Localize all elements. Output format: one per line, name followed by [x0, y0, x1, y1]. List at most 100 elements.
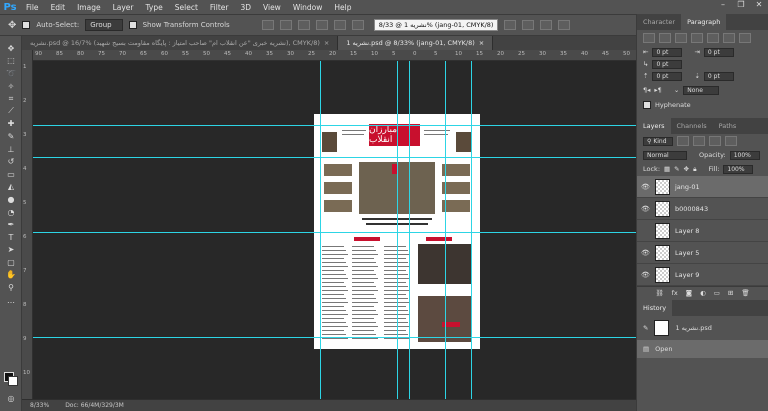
justify-all-button[interactable]: [739, 33, 751, 43]
hyphenate-checkbox[interactable]: [643, 101, 651, 109]
menu-image[interactable]: Image: [71, 3, 107, 12]
tab-document-2[interactable]: نشریه 1.psd @ 8/33% (jang-01, CMYK/8) ×: [338, 36, 494, 50]
dodge-tool-icon[interactable]: ◔: [0, 206, 22, 219]
guide-horizontal[interactable]: [33, 157, 636, 158]
guide-horizontal[interactable]: [33, 337, 636, 338]
tab-history[interactable]: History: [637, 300, 673, 316]
distribute-left-button[interactable]: [504, 20, 517, 30]
indent-right-field[interactable]: 0 pt: [703, 47, 734, 57]
blend-mode-dropdown[interactable]: Normal: [643, 150, 687, 160]
auto-align-button[interactable]: [558, 20, 571, 30]
kind-filter-dropdown[interactable]: ⚲ Kind: [643, 136, 673, 146]
align-left-text-button[interactable]: [643, 33, 655, 43]
show-transform-checkbox[interactable]: [128, 21, 137, 29]
clone-stamp-icon[interactable]: ⊥: [0, 143, 22, 156]
guide-vertical[interactable]: [445, 61, 446, 399]
indent-first-field[interactable]: 0 pt: [652, 59, 683, 69]
move-tool-icon[interactable]: ✥: [0, 42, 22, 55]
brush-tool-icon[interactable]: ✎: [0, 130, 22, 143]
delete-layer-icon[interactable]: 🗑︎: [741, 289, 749, 297]
new-layer-icon[interactable]: ⊞: [728, 289, 733, 297]
filter-type-button[interactable]: [709, 136, 721, 146]
pen-tool-icon[interactable]: ✒: [0, 218, 22, 231]
auto-select-checkbox[interactable]: [22, 21, 31, 29]
shape-tool-icon[interactable]: ▢: [0, 256, 22, 269]
justify-left-button[interactable]: [691, 33, 703, 43]
ltr-icon[interactable]: ▸¶: [654, 86, 661, 94]
eye-icon[interactable]: 👁︎: [641, 205, 650, 213]
guide-vertical[interactable]: [471, 61, 472, 399]
layer-row[interactable]: 👁︎ Layer 5: [637, 242, 768, 264]
add-mask-icon[interactable]: ◙: [686, 289, 692, 297]
lock-position-icon[interactable]: ✥: [684, 165, 689, 173]
fill-field[interactable]: 100%: [723, 164, 754, 174]
history-state[interactable]: ▤ Open: [637, 340, 768, 358]
background-color-swatch[interactable]: [8, 376, 18, 386]
kashida-dropdown[interactable]: None: [683, 85, 720, 95]
distribute-right-button[interactable]: [540, 20, 553, 30]
eraser-tool-icon[interactable]: ▭: [0, 168, 22, 181]
lock-image-icon[interactable]: ✎: [674, 165, 679, 173]
align-vcenter-button[interactable]: [279, 20, 292, 30]
minimize-icon[interactable]: –: [714, 0, 732, 14]
close-icon[interactable]: ✕: [750, 0, 768, 14]
eyedropper-icon[interactable]: ⟋: [0, 105, 22, 118]
marquee-tool-icon[interactable]: ⬚: [0, 55, 22, 68]
rtl-icon[interactable]: ¶◂: [643, 86, 650, 94]
filter-pixel-button[interactable]: [677, 136, 689, 146]
fx-icon[interactable]: fx: [672, 289, 678, 297]
adjustment-layer-icon[interactable]: ◐: [700, 289, 706, 297]
layer-row[interactable]: 👁︎ jang-01: [637, 176, 768, 198]
history-snapshot[interactable]: ✎ نشریه 1.psd: [637, 316, 768, 340]
lock-all-icon[interactable]: 🔒︎: [693, 165, 696, 174]
tab-layers[interactable]: Layers: [637, 118, 671, 134]
align-left-button[interactable]: [315, 20, 328, 30]
menu-filter[interactable]: Filter: [204, 3, 235, 12]
align-bottom-button[interactable]: [297, 20, 310, 30]
menu-type[interactable]: Type: [140, 3, 169, 12]
menu-file[interactable]: File: [20, 3, 45, 12]
zoom-level[interactable]: 8/33%: [30, 402, 49, 409]
more-tools-icon[interactable]: …: [0, 294, 22, 307]
crop-tool-icon[interactable]: ⌗: [0, 92, 22, 105]
restore-icon[interactable]: ❐: [732, 0, 750, 14]
quick-mask-icon[interactable]: ◎: [0, 392, 22, 405]
tab-paths[interactable]: Paths: [713, 118, 743, 134]
menu-select[interactable]: Select: [169, 3, 204, 12]
layer-row[interactable]: 👁︎ b0000843: [637, 198, 768, 220]
path-selection-icon[interactable]: ➤: [0, 244, 22, 257]
align-center-text-button[interactable]: [659, 33, 671, 43]
layer-row[interactable]: 👁︎ Layer 9: [637, 264, 768, 286]
doc-size[interactable]: Doc: 66/4M/329/3M: [65, 402, 124, 409]
history-brush-icon[interactable]: ↺: [0, 155, 22, 168]
ruler-horizontal[interactable]: 90 85 80 75 70 65 60 55 50 45 40 35 30 25 20 15 10 5 0 5 10 1…: [33, 50, 636, 61]
indent-left-field[interactable]: 0 pt: [652, 47, 683, 57]
align-right-text-button[interactable]: [675, 33, 687, 43]
hand-tool-icon[interactable]: ✋: [0, 269, 22, 282]
magic-wand-icon[interactable]: ✧: [0, 80, 22, 93]
menu-help[interactable]: Help: [328, 3, 357, 12]
canvas-area[interactable]: مبارزان انقلاب: [33, 61, 636, 399]
guide-vertical[interactable]: [320, 61, 321, 399]
healing-brush-icon[interactable]: ✚: [0, 118, 22, 131]
tab-close-icon[interactable]: ×: [324, 39, 329, 47]
menu-edit[interactable]: Edit: [45, 3, 72, 12]
tab-paragraph[interactable]: Paragraph: [681, 14, 727, 30]
guide-vertical[interactable]: [409, 61, 410, 399]
blur-tool-icon[interactable]: ●: [0, 193, 22, 206]
menu-view[interactable]: View: [257, 3, 287, 12]
lasso-tool-icon[interactable]: ➰: [0, 67, 22, 80]
guide-vertical[interactable]: [397, 61, 398, 399]
lock-transparent-icon[interactable]: ▦: [664, 165, 670, 173]
guide-horizontal[interactable]: [33, 232, 636, 233]
space-after-field[interactable]: 0 pt: [703, 71, 734, 81]
tab-channels[interactable]: Channels: [671, 118, 713, 134]
layer-row[interactable]: Layer 8: [637, 220, 768, 242]
zoom-tool-icon[interactable]: ⚲: [0, 281, 22, 294]
type-tool-icon[interactable]: T: [0, 231, 22, 244]
menu-window[interactable]: Window: [287, 3, 329, 12]
tab-close-icon[interactable]: ×: [479, 39, 484, 47]
justify-right-button[interactable]: [723, 33, 735, 43]
distribute-hcenter-button[interactable]: [522, 20, 535, 30]
eye-icon[interactable]: 👁︎: [641, 183, 650, 191]
